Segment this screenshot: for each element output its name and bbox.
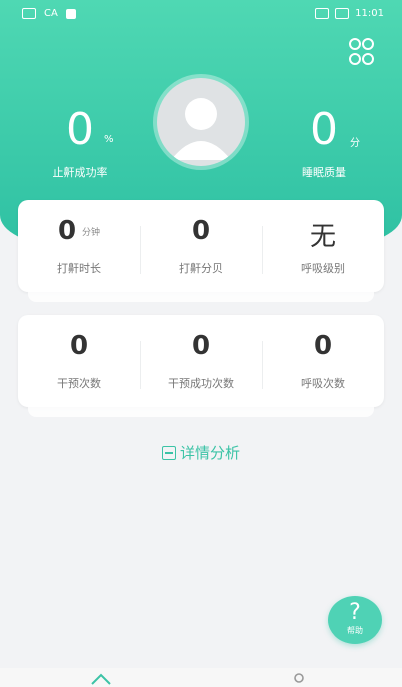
breath-level-cell: 无 呼吸级别 [262,200,384,292]
help-label: 帮助 [347,626,363,635]
bottom-tab-bar [0,668,402,687]
sleep-quality-stat: 0 分 睡眠质量 [284,108,364,180]
sleep-quality-label: 睡眠质量 [302,166,346,179]
intervention-stats-card: 0 干预次数 0 干预成功次数 0 呼吸次数 [18,315,384,407]
notification-icon [65,8,76,19]
snore-duration-unit: 分钟 [82,228,101,238]
success-rate-label: 止鼾成功率 [52,166,108,179]
card-shadow [28,407,374,417]
success-rate-value: 0 [66,104,94,155]
report-icon [161,446,176,460]
status-bar: CA 11:01 [0,0,402,28]
success-rate-stat: 0 % 止鼾成功率 [40,108,120,180]
home-icon[interactable] [90,672,112,687]
eye-icon [315,8,330,19]
snore-decibel-cell: 0 打鼾分贝 [140,200,262,292]
snore-duration-label: 打鼾时长 [57,262,101,275]
breath-level-label: 呼吸级别 [301,262,345,275]
snore-stats-card: 0 分钟 打鼾时长 0 打鼾分贝 无 呼吸级别 [18,200,384,292]
status-time: 11:01 [355,8,384,19]
breath-count-cell: 0 呼吸次数 [262,315,384,407]
intervention-count-label: 干预次数 [57,377,101,390]
snore-decibel-label: 打鼾分贝 [179,262,223,275]
grid-icon[interactable] [349,38,374,65]
intervention-count-value: 0 [69,331,89,361]
intervention-count-cell: 0 干预次数 [18,315,140,407]
carrier-text: CA [44,8,58,19]
battery-icon [335,8,350,19]
intervention-success-cell: 0 干预成功次数 [140,315,262,407]
help-button[interactable]: ? 帮助 [328,596,382,644]
intervention-success-value: 0 [191,331,211,361]
question-icon: ? [349,600,361,625]
breath-level-value: 无 [309,222,336,252]
success-rate-unit: % [104,134,114,145]
wifi-icon [22,8,36,19]
detail-analysis-link[interactable]: 详情分析 [0,442,402,463]
breath-count-value: 0 [313,331,333,361]
user-avatar-icon[interactable] [157,78,245,166]
sleep-quality-unit: 分 [350,138,360,149]
profile-icon[interactable] [291,672,307,687]
snore-duration-value: 0 [57,216,77,246]
detail-analysis-label: 详情分析 [179,444,240,462]
breath-count-label: 呼吸次数 [301,377,345,390]
card-shadow [28,292,374,302]
snore-duration-cell: 0 分钟 打鼾时长 [18,200,140,292]
intervention-success-label: 干预成功次数 [168,377,234,390]
snore-decibel-value: 0 [191,216,211,246]
